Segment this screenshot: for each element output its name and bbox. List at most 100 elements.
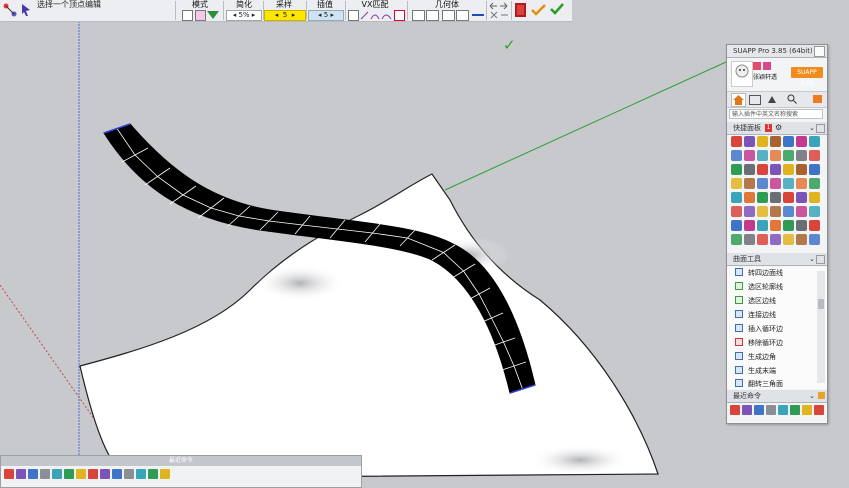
quick-tool-icon[interactable] — [731, 178, 742, 189]
recent-command-icon[interactable] — [28, 469, 38, 479]
avatar[interactable] — [731, 61, 753, 87]
vertex-tool-icon[interactable] — [2, 2, 18, 18]
geometry-4-icon[interactable] — [456, 10, 469, 21]
list-item[interactable]: 选区轮廓线 — [735, 281, 815, 294]
list-item[interactable]: 选区边线 — [735, 295, 815, 308]
list-item[interactable]: 连接边线 — [735, 309, 815, 322]
recent-command-icon[interactable] — [124, 469, 134, 479]
quick-tool-icon[interactable] — [744, 178, 755, 189]
recent-command-icon[interactable] — [148, 469, 158, 479]
quick-tool-icon[interactable] — [783, 192, 794, 203]
quick-tool-icon[interactable] — [796, 150, 807, 161]
quick-tool-icon[interactable] — [744, 234, 755, 245]
quick-tool-icon[interactable] — [744, 164, 755, 175]
quick-tool-icon[interactable] — [731, 150, 742, 161]
mode-arrow-icon[interactable] — [207, 10, 219, 22]
close-icon[interactable] — [814, 46, 825, 57]
recent-command-icon[interactable] — [160, 469, 170, 479]
quick-tool-icon[interactable] — [770, 150, 781, 161]
quick-tool-icon[interactable] — [796, 220, 807, 231]
quick-tool-icon[interactable] — [783, 220, 794, 231]
quick-tool-icon[interactable] — [770, 136, 781, 147]
mode-line-icon[interactable] — [182, 10, 193, 21]
quick-tool-icon[interactable] — [783, 150, 794, 161]
quick-tool-icon[interactable] — [757, 234, 768, 245]
chevron-down-icon[interactable]: ⌄ — [809, 122, 815, 134]
quick-tool-icon[interactable] — [783, 234, 794, 245]
interp-input[interactable]: ◂ 5 ▸ — [308, 10, 344, 21]
recent-command-icon[interactable] — [88, 469, 98, 479]
recent-command-icon[interactable] — [16, 469, 26, 479]
quick-tool-icon[interactable] — [796, 136, 807, 147]
list-item[interactable]: 移除循环边 — [735, 337, 815, 350]
chevron-down-icon[interactable]: ⌄ — [809, 253, 815, 265]
geometry-3-icon[interactable] — [442, 10, 455, 21]
quick-tool-icon[interactable] — [809, 220, 820, 231]
recent-command-icon[interactable] — [100, 469, 110, 479]
quick-tool-icon[interactable] — [757, 178, 768, 189]
quick-tool-icon[interactable] — [770, 206, 781, 217]
recent-command-icon[interactable] — [4, 469, 14, 479]
quick-tool-icon[interactable] — [770, 192, 781, 203]
quick-tool-icon[interactable] — [783, 206, 794, 217]
viewport-3d[interactable]: ✓ — [0, 0, 849, 486]
list-item[interactable]: 翻转三角面 — [735, 379, 815, 389]
list-icon[interactable] — [749, 95, 761, 105]
quick-tool-icon[interactable] — [757, 150, 768, 161]
expand-icon[interactable] — [816, 124, 825, 133]
chevron-down-icon[interactable]: ⌄ — [809, 390, 815, 402]
quick-tool-icon[interactable] — [757, 192, 768, 203]
quick-tool-icon[interactable] — [744, 192, 755, 203]
quick-tool-icon[interactable] — [731, 164, 742, 175]
expand-icon[interactable] — [818, 392, 825, 399]
quick-tool-icon[interactable] — [770, 164, 781, 175]
recent-command-icon[interactable] — [730, 405, 740, 415]
quick-tool-icon[interactable] — [783, 178, 794, 189]
sample-input[interactable]: ◂ 5 ▸ — [264, 10, 306, 21]
vx-match-1-icon[interactable] — [348, 10, 359, 21]
search-icon[interactable] — [787, 94, 797, 106]
recent-command-icon[interactable] — [64, 469, 74, 479]
pointer-icon[interactable] — [20, 3, 32, 17]
menu-icon[interactable] — [813, 95, 822, 103]
geometry-2-icon[interactable] — [426, 10, 439, 21]
quick-tool-icon[interactable] — [809, 206, 820, 217]
quick-tool-icon[interactable] — [770, 178, 781, 189]
recent-command-icon[interactable] — [76, 469, 86, 479]
list-item[interactable]: 插入循环边 — [735, 323, 815, 336]
quick-tool-icon[interactable] — [744, 150, 755, 161]
undo-icon[interactable] — [488, 1, 510, 21]
apply-icon[interactable] — [531, 3, 547, 19]
quick-tool-icon[interactable] — [796, 206, 807, 217]
recent-command-icon[interactable] — [742, 405, 752, 415]
curve-tools-header[interactable]: 曲面工具 ⌄ — [727, 253, 827, 266]
recent-command-icon[interactable] — [754, 405, 764, 415]
paint-icon[interactable] — [767, 95, 777, 103]
home-icon[interactable] — [731, 93, 746, 107]
quick-tool-icon[interactable] — [757, 220, 768, 231]
quick-tool-icon[interactable] — [731, 220, 742, 231]
simplify-input[interactable]: ◂ 5% ▸ — [226, 10, 262, 21]
quick-tool-icon[interactable] — [809, 164, 820, 175]
quick-tool-icon[interactable] — [770, 234, 781, 245]
search-input[interactable]: 输入插件中英文名称搜索 — [729, 109, 823, 119]
recent-command-icon[interactable] — [136, 469, 146, 479]
book-icon[interactable] — [513, 2, 529, 20]
quick-tool-icon[interactable] — [809, 178, 820, 189]
recent-header[interactable]: 最近命令 ⌄ — [727, 390, 827, 403]
quick-tool-icon[interactable] — [809, 136, 820, 147]
quick-tool-icon[interactable] — [783, 164, 794, 175]
expand-icon[interactable] — [816, 255, 825, 264]
quick-tool-icon[interactable] — [757, 136, 768, 147]
quick-tool-icon[interactable] — [744, 206, 755, 217]
suapp-badge[interactable]: SUAPP 3.85 — [791, 67, 823, 87]
recent-command-icon[interactable] — [778, 405, 788, 415]
quick-tool-icon[interactable] — [757, 206, 768, 217]
scrollbar[interactable] — [817, 271, 825, 383]
gear-icon[interactable]: ⚙ — [775, 122, 782, 134]
geometry-1-icon[interactable] — [412, 10, 425, 21]
mode-pink-icon[interactable] — [195, 10, 206, 21]
recent-command-icon[interactable] — [790, 405, 800, 415]
confirm-check-icon[interactable] — [550, 2, 564, 18]
quick-tool-icon[interactable] — [783, 136, 794, 147]
